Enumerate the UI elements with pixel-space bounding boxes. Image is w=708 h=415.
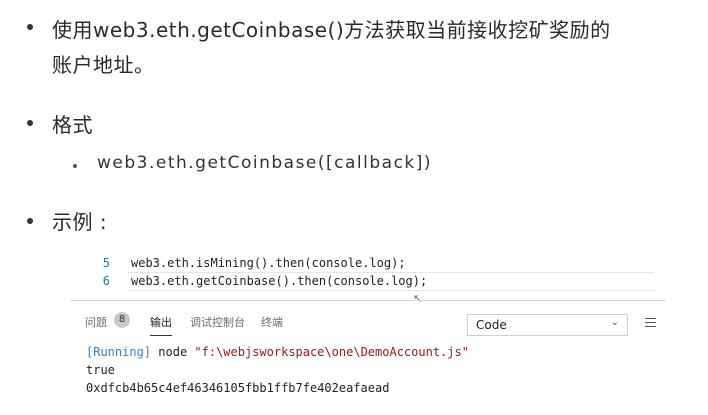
line-number: 6 [102,274,110,288]
chevron-down-icon: ⌄ [610,317,619,328]
bullet-text-coinbase-desc-1: 使用web3.eth.getCoinbase()方法获取当前接收挖矿奖励的 [52,18,611,42]
bullet-text-example: 示例 : [52,210,108,234]
code-screenshot: 5 web3.eth.isMining().then(console.log);… [70,238,666,410]
panel-divider [70,300,666,301]
tab-debug-console[interactable]: 调试控制台 [190,314,245,330]
tab-problems[interactable]: 问题 [85,314,107,330]
code-text: web3.eth.getCoinbase().then(console.log)… [131,274,428,288]
output-line-running: [Running] node "f:\webjsworkspace\one\De… [86,345,469,359]
output-channel-value: Code [476,318,507,332]
tab-output[interactable]: 输出 [150,314,172,336]
bullet-text-format: 格式 [52,113,93,137]
output-command: node [158,345,188,359]
code-editor: 5 web3.eth.isMining().then(console.log);… [70,238,666,305]
output-channel-select[interactable]: Code ⌄ [467,314,628,336]
output-path: "f:\webjsworkspace\one\DemoAccount.js" [194,345,469,359]
bullet-text-coinbase-desc-2: 账户地址。 [52,53,155,77]
sub-bullet-dot [73,164,77,168]
running-tag: [Running] [86,345,152,359]
format-signature: web3.eth.getCoinbase([callback]) [97,153,433,173]
bullet-dot [27,120,33,126]
bullet-dot [27,24,33,30]
output-line-address: 0xdfcb4b65c4ef46346105fbb1ffb7fe402eafae… [86,381,390,395]
output-line-result: true [86,363,115,377]
panel-tab-bar: 问题 8 输出 调试控制台 终端 Code ⌄ [70,310,666,336]
tab-terminal[interactable]: 终端 [261,314,283,330]
problems-count-badge: 8 [114,312,130,328]
line-number: 5 [102,256,110,270]
mouse-pointer-icon: ↖ [413,292,423,305]
bullet-dot [27,218,33,224]
list-icon[interactable] [645,318,656,327]
code-text: web3.eth.isMining().then(console.log); [131,256,406,270]
